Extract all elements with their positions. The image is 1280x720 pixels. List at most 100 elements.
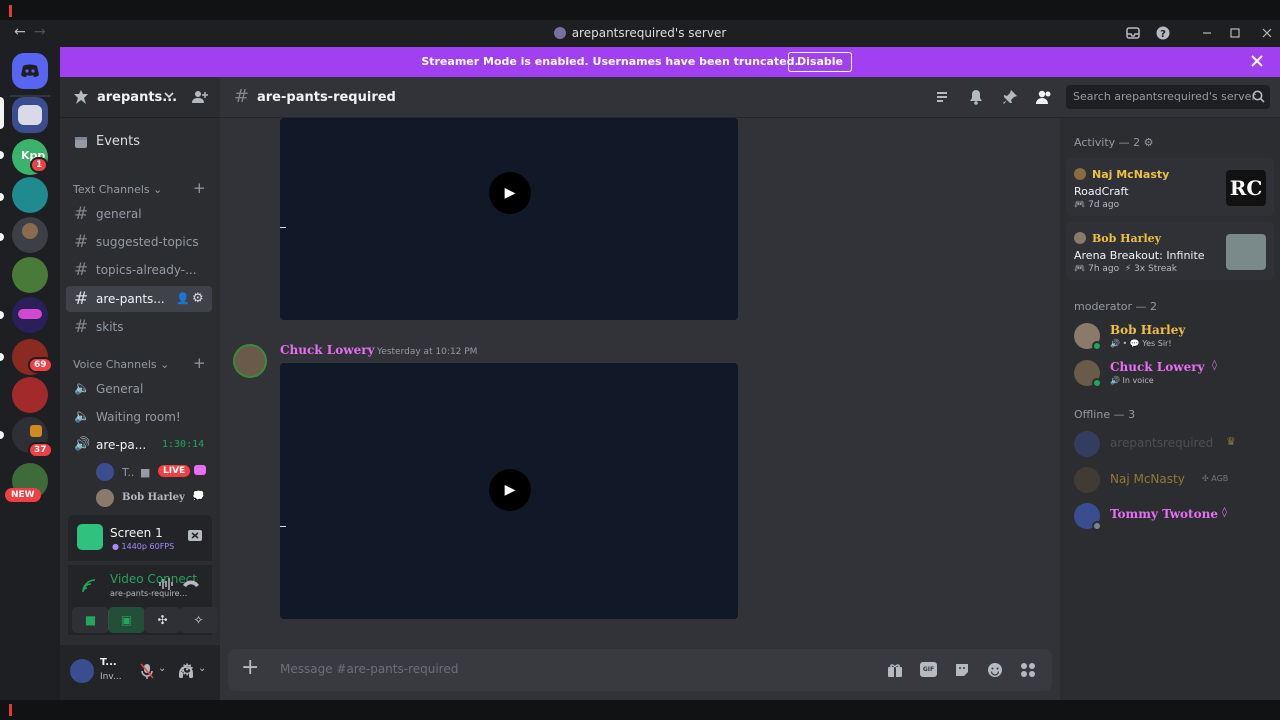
server-8[interactable] bbox=[12, 377, 48, 413]
signal-icon bbox=[82, 579, 96, 593]
stop-share-icon[interactable] bbox=[188, 530, 202, 542]
unread-pill bbox=[0, 193, 4, 201]
os-top-strip bbox=[0, 0, 1280, 20]
threads-icon[interactable] bbox=[934, 89, 950, 105]
disconnect-icon[interactable] bbox=[182, 577, 200, 589]
emoji-icon[interactable] bbox=[987, 662, 1003, 678]
gift-icon[interactable] bbox=[887, 662, 903, 678]
invite-people-icon[interactable] bbox=[192, 89, 208, 105]
server-header[interactable]: arepants... bbox=[60, 77, 220, 118]
member-row[interactable]: arepantsrequired ♛ bbox=[1072, 427, 1272, 467]
screen-share-panel: Screen 1 ● 1440p 60FPS bbox=[68, 515, 212, 561]
gif-icon[interactable]: GIF bbox=[920, 662, 937, 677]
discord-home-button[interactable] bbox=[12, 53, 48, 89]
channel-topics-already[interactable]: # topics-already-... bbox=[66, 257, 212, 283]
close-banner-icon[interactable] bbox=[1250, 54, 1264, 68]
message-author[interactable]: Chuck Lowery bbox=[280, 343, 375, 357]
voice-user-row[interactable]: Bob Harley 💭 bbox=[96, 489, 216, 509]
mic-chevron-icon[interactable]: ⌄ bbox=[158, 663, 166, 674]
notification-bell-icon[interactable] bbox=[968, 89, 984, 105]
user-avatar[interactable] bbox=[70, 659, 94, 683]
server-3[interactable] bbox=[12, 177, 48, 213]
search-input[interactable]: Search arepantsrequired's server bbox=[1066, 85, 1270, 109]
video-embed[interactable]: ▶ bbox=[280, 118, 738, 320]
new-badge[interactable]: NEW bbox=[5, 488, 41, 502]
channel-general[interactable]: # general bbox=[66, 201, 212, 227]
mention-badge: 69 bbox=[28, 357, 53, 373]
channel-suggested-topics[interactable]: # suggested-topics bbox=[66, 229, 212, 255]
channel-skits[interactable]: # skits bbox=[66, 314, 212, 340]
user-settings-gear-icon[interactable]: ⚙ bbox=[180, 660, 194, 679]
inbox-icon[interactable] bbox=[1124, 24, 1142, 42]
server-6[interactable] bbox=[12, 297, 48, 333]
member-row[interactable]: Naj McNasty ✣ AGB bbox=[1072, 463, 1272, 503]
play-button-icon[interactable]: ▶ bbox=[489, 172, 531, 214]
sticker-icon[interactable] bbox=[954, 662, 970, 678]
message-avatar[interactable] bbox=[233, 344, 267, 378]
channel-label: Waiting room! bbox=[96, 410, 181, 424]
screen-thumbnail bbox=[77, 524, 103, 550]
minimize-icon[interactable] bbox=[1198, 24, 1216, 42]
voice-user-row[interactable]: T.. ■ LIVE bbox=[96, 463, 216, 483]
online-status-icon bbox=[1092, 378, 1102, 388]
create-invite-icon[interactable]: 👤 bbox=[176, 286, 190, 312]
mute-microphone-icon[interactable] bbox=[140, 663, 154, 679]
hash-icon: # bbox=[74, 260, 89, 280]
channel-are-pants-selected[interactable]: # are-pants... 👤 ⚙ bbox=[66, 286, 212, 312]
maximize-icon[interactable] bbox=[1226, 24, 1244, 42]
channel-label: topics-already-... bbox=[96, 263, 197, 277]
add-attachment-icon[interactable]: + bbox=[241, 657, 259, 679]
chat-bubble-icon: 💭 bbox=[192, 491, 205, 502]
hash-icon: # bbox=[74, 317, 89, 337]
category-label: Voice Channels bbox=[73, 358, 157, 371]
noise-suppression-icon[interactable] bbox=[158, 577, 174, 591]
channel-settings-icon[interactable]: ⚙ bbox=[192, 286, 204, 312]
member-name: Naj McNasty bbox=[1110, 472, 1185, 486]
activity-card[interactable]: Bob Harley Arena Breakout: Infinite 🎮 7h… bbox=[1066, 222, 1274, 280]
voice-channel-are-pants[interactable]: 🔊 are-pa... 1:30:14 bbox=[66, 432, 212, 458]
server-5[interactable] bbox=[12, 257, 48, 293]
help-icon[interactable]: ? bbox=[1154, 24, 1172, 42]
activity-header: Activity — 2 ⚙ bbox=[1074, 136, 1154, 149]
member-row[interactable]: Tommy Twotone ◊ bbox=[1072, 499, 1272, 539]
apps-icon[interactable] bbox=[1020, 662, 1036, 678]
boost-icon: ◊ bbox=[1212, 360, 1217, 371]
server-4[interactable] bbox=[12, 217, 48, 253]
activity-card[interactable]: Naj McNasty RoadCraft 🎮 7d ago RC bbox=[1066, 158, 1274, 216]
lightning-icon: ⚡ bbox=[1124, 264, 1132, 274]
member-row[interactable]: Chuck Lowery ◊ 🔊 In voice bbox=[1072, 356, 1272, 396]
crown-icon: ♛ bbox=[1226, 435, 1236, 448]
close-window-icon[interactable] bbox=[1258, 24, 1276, 42]
camera-button[interactable]: ■ bbox=[72, 607, 109, 633]
server-arepantsrequired[interactable] bbox=[12, 97, 48, 133]
disable-button[interactable]: Disable bbox=[788, 52, 852, 72]
voice-channels-category[interactable]: Voice Channels ⌄ bbox=[73, 358, 169, 371]
unread-pill bbox=[0, 431, 4, 439]
play-button-icon[interactable]: ▶ bbox=[489, 469, 531, 511]
text-channels-category[interactable]: Text Channels ⌄ bbox=[73, 183, 162, 196]
gear-icon[interactable]: ⚙ bbox=[1144, 136, 1154, 149]
video-embed[interactable]: ▶ bbox=[280, 363, 738, 619]
member-list-icon[interactable] bbox=[1035, 89, 1053, 105]
unread-pill bbox=[0, 353, 4, 361]
live-badge: LIVE bbox=[158, 465, 191, 477]
voice-channel-waiting-room[interactable]: 🔈 Waiting room! bbox=[66, 404, 212, 430]
member-row[interactable]: Bob Harley 🔊 • 💬 Yes Sir! bbox=[1072, 319, 1272, 359]
add-text-channel-icon[interactable]: + bbox=[193, 179, 206, 197]
activities-button[interactable]: ✣ bbox=[144, 607, 181, 633]
events-item[interactable]: Events bbox=[66, 129, 212, 155]
server-rail: Kpp 1 69 37 NEW bbox=[0, 47, 60, 700]
voice-channel-general[interactable]: 🔈 General bbox=[66, 376, 212, 402]
message-composer[interactable]: + Message #are-pants-required GIF bbox=[228, 649, 1052, 691]
pin-icon[interactable] bbox=[1002, 89, 1018, 105]
controller-icon: 🎮 bbox=[1074, 200, 1086, 210]
headphones-chevron-icon[interactable]: ⌄ bbox=[198, 663, 206, 674]
boost-icon: ◊ bbox=[1222, 507, 1227, 518]
member-name: arepantsrequired bbox=[1110, 436, 1214, 450]
soundboard-button[interactable]: ✧ bbox=[180, 607, 217, 633]
calendar-icon bbox=[74, 129, 88, 155]
user-name: T... bbox=[100, 657, 117, 668]
chevron-down-icon[interactable] bbox=[164, 90, 174, 100]
screen-share-button[interactable]: ▣ bbox=[108, 607, 145, 633]
add-voice-channel-icon[interactable]: + bbox=[193, 354, 206, 372]
